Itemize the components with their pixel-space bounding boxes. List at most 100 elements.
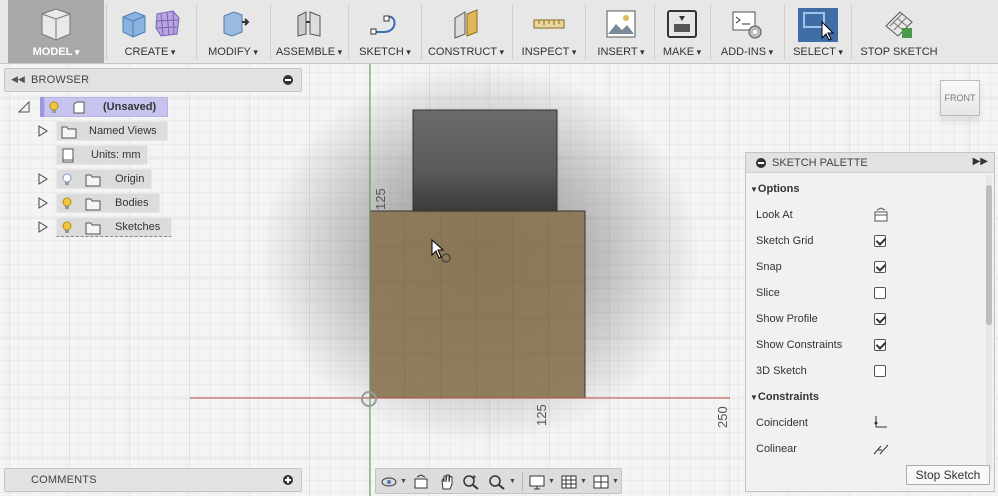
model-workspace-button[interactable]: MODEL xyxy=(8,0,104,63)
palette-scrollbar[interactable] xyxy=(986,175,992,471)
named-views-chip[interactable]: Named Views xyxy=(56,121,168,141)
browser-panel-header[interactable]: ◀◀ BROWSER xyxy=(4,68,302,92)
tree-item-sketches[interactable]: Sketches xyxy=(38,217,172,237)
viewports-icon[interactable] xyxy=(592,474,610,490)
options-section-header[interactable]: Options xyxy=(750,183,800,195)
create-label: CREATE xyxy=(108,46,192,58)
option-show-profile-label: Show Profile xyxy=(756,313,818,325)
expand-triangle-icon[interactable] xyxy=(38,197,48,209)
stop-sketch-toolbar-button[interactable]: STOP SKETCH xyxy=(856,0,942,63)
constraint-colinear[interactable]: Colinear xyxy=(756,443,889,461)
orbit-dropdown-icon[interactable]: ▼ xyxy=(400,478,407,485)
origin-chip[interactable]: Origin xyxy=(56,169,152,189)
grid-dropdown-icon[interactable]: ▼ xyxy=(580,478,587,485)
constraint-coincident[interactable]: Coincident xyxy=(756,416,887,435)
option-3d-sketch[interactable]: 3D Sketch xyxy=(756,365,886,383)
minimize-icon[interactable] xyxy=(756,158,766,168)
toolbar-divider xyxy=(106,4,107,60)
grid-settings-icon[interactable] xyxy=(560,474,578,490)
comments-panel-header[interactable]: COMMENTS xyxy=(4,468,302,492)
collapse-triangle-icon[interactable] xyxy=(18,101,30,113)
insert-menu[interactable]: INSERT xyxy=(590,0,652,63)
zoom-icon[interactable] xyxy=(462,474,480,490)
lightbulb-icon[interactable] xyxy=(62,197,72,210)
folder-icon xyxy=(85,198,101,211)
make-label: MAKE xyxy=(658,46,706,58)
sketches-label: Sketches xyxy=(115,221,161,233)
expand-triangle-icon[interactable] xyxy=(38,173,48,185)
show-profile-checkbox[interactable] xyxy=(874,313,886,325)
dim-250-horizontal: 250 xyxy=(715,406,730,428)
sketch-profile-body[interactable] xyxy=(369,210,586,399)
construct-menu[interactable]: CONSTRUCT xyxy=(424,0,508,63)
display-dropdown-icon[interactable]: ▼ xyxy=(548,478,555,485)
palette-header[interactable]: SKETCH PALETTE ▶▶ xyxy=(746,153,994,173)
model-icon xyxy=(41,8,71,41)
collapse-panel-icon[interactable]: ◀◀ xyxy=(11,74,25,85)
colinear-icon[interactable] xyxy=(873,441,889,456)
form-icon xyxy=(155,10,180,37)
option-slice[interactable]: Slice xyxy=(756,287,886,305)
toolbar-divider xyxy=(270,4,271,60)
coincident-icon[interactable] xyxy=(873,415,889,430)
insert-label: INSERT xyxy=(590,46,652,58)
document-name: (Unsaved) xyxy=(103,101,157,113)
modify-menu[interactable]: MODIFY xyxy=(200,0,266,63)
folder-icon xyxy=(61,126,77,139)
units-chip[interactable]: Units: mm xyxy=(56,145,148,165)
constraints-section-header[interactable]: Constraints xyxy=(750,391,819,403)
bodies-chip[interactable]: Bodies xyxy=(56,193,160,213)
make-menu[interactable]: MAKE xyxy=(658,0,706,63)
named-views-label: Named Views xyxy=(89,125,157,137)
pan-hand-icon[interactable] xyxy=(438,474,456,490)
toolbar-divider xyxy=(585,4,586,60)
create-menu[interactable]: CREATE xyxy=(108,0,192,63)
snap-checkbox[interactable] xyxy=(874,261,886,273)
option-sketch-grid[interactable]: Sketch Grid xyxy=(756,235,886,253)
stop-sketch-label: STOP SKETCH xyxy=(860,46,938,58)
tree-item-origin[interactable]: Origin xyxy=(38,169,152,189)
press-pull-icon xyxy=(223,11,250,37)
tree-item-bodies[interactable]: Bodies xyxy=(38,193,160,213)
lightbulb-icon[interactable] xyxy=(49,101,59,114)
inspect-menu[interactable]: INSPECT xyxy=(516,0,582,63)
viewports-dropdown-icon[interactable]: ▼ xyxy=(612,478,619,485)
zoom-window-icon[interactable] xyxy=(488,474,506,490)
option-show-constraints[interactable]: Show Constraints xyxy=(756,339,886,357)
viewcube-front[interactable]: FRONT xyxy=(940,80,980,116)
tree-item-root[interactable]: (Unsaved) xyxy=(18,97,168,117)
expand-triangle-icon[interactable] xyxy=(38,125,48,137)
zoom-dropdown-icon[interactable]: ▼ xyxy=(509,478,516,485)
expand-triangle-icon[interactable] xyxy=(38,221,48,233)
rear-body[interactable] xyxy=(412,109,558,213)
bodies-label: Bodies xyxy=(115,197,149,209)
add-comment-icon[interactable] xyxy=(283,475,293,485)
option-look-at[interactable]: Look At xyxy=(756,207,888,227)
lightbulb-icon[interactable] xyxy=(62,221,72,234)
lightbulb-off-icon[interactable] xyxy=(62,173,72,186)
select-menu[interactable]: SELECT xyxy=(790,0,846,63)
3d-sketch-checkbox[interactable] xyxy=(874,365,886,377)
tree-item-named-views[interactable]: Named Views xyxy=(38,121,168,141)
option-snap[interactable]: Snap xyxy=(756,261,886,279)
look-at-icon[interactable] xyxy=(412,474,430,490)
sketches-chip[interactable]: Sketches xyxy=(56,217,172,237)
expand-palette-icon[interactable]: ▶▶ xyxy=(973,156,988,167)
addins-menu[interactable]: ADD-INS xyxy=(714,0,780,63)
tree-item-units[interactable]: Units: mm xyxy=(56,145,148,165)
look-at-icon[interactable] xyxy=(873,207,889,222)
minimize-icon[interactable] xyxy=(283,75,293,85)
scrollbar-thumb[interactable] xyxy=(986,185,992,325)
slice-checkbox[interactable] xyxy=(874,287,886,299)
sketch-menu[interactable]: SKETCH xyxy=(352,0,418,63)
display-settings-icon[interactable] xyxy=(528,474,546,490)
orbit-icon[interactable] xyxy=(380,474,398,490)
stop-sketch-button[interactable]: Stop Sketch xyxy=(906,465,990,485)
assemble-menu[interactable]: ASSEMBLE xyxy=(273,0,345,63)
option-show-profile[interactable]: Show Profile xyxy=(756,313,886,331)
plane-icon xyxy=(454,9,478,39)
sketch-grid-checkbox[interactable] xyxy=(874,235,886,247)
show-constraints-checkbox[interactable] xyxy=(874,339,886,351)
scripts-icon xyxy=(732,11,762,39)
root-chip[interactable]: (Unsaved) xyxy=(44,97,168,117)
